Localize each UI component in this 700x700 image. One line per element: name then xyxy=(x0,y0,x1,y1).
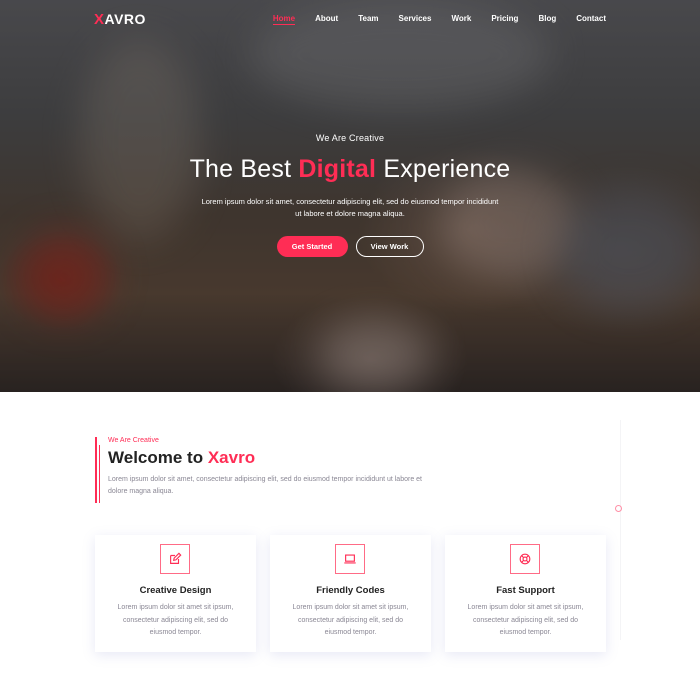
accent-bar-thin xyxy=(99,445,100,503)
welcome-subtitle: Lorem ipsum dolor sit amet, consectetur … xyxy=(108,476,422,495)
feature-card-friendly-codes: Friendly Codes Lorem ipsum dolor sit ame… xyxy=(270,535,431,652)
nav-item-work[interactable]: Work xyxy=(451,14,471,25)
view-work-button[interactable]: View Work xyxy=(355,236,424,257)
support-icon xyxy=(510,544,540,574)
headline-after: Experience xyxy=(376,155,511,183)
laptop-icon xyxy=(335,544,365,574)
nav-item-home[interactable]: Home xyxy=(272,14,296,25)
hero-subtitle: Lorem ipsum dolor sit amet, consectetur … xyxy=(201,197,499,218)
nav-item-blog[interactable]: Blog xyxy=(538,14,556,25)
decorative-dot xyxy=(615,505,622,512)
main-menu: Home About Team Services Work Pricing Bl… xyxy=(253,14,606,25)
feature-card-fast-support: Fast Support Lorem ipsum dolor sit amet … xyxy=(445,535,606,652)
feature-title: Friendly Codes xyxy=(316,585,385,596)
logo[interactable]: XAVRO xyxy=(94,11,146,28)
hero-content: We Are Creative The Best Digital Experie… xyxy=(0,133,700,257)
headline-before: The Best xyxy=(189,155,299,183)
feature-text: Lorem ipsum dolor sit amet sit ipsum, co… xyxy=(117,604,234,636)
hero-headline: The Best Digital Experience xyxy=(0,155,700,184)
logo-text: AVRO xyxy=(104,11,146,27)
hero-eyebrow: We Are Creative xyxy=(315,133,385,143)
hero-buttons: Get Started View Work xyxy=(0,236,700,257)
nav-item-team[interactable]: Team xyxy=(358,14,378,25)
feature-text: Lorem ipsum dolor sit amet sit ipsum, co… xyxy=(467,604,584,636)
welcome-eyebrow: We Are Creative xyxy=(108,437,159,444)
nav-item-pricing[interactable]: Pricing xyxy=(491,14,518,25)
top-nav: XAVRO Home About Team Services Work Pric… xyxy=(0,0,700,40)
accent-bar xyxy=(95,437,97,503)
decorative-divider xyxy=(620,420,700,640)
nav-item-about[interactable]: About xyxy=(315,14,338,25)
welcome-title-highlight: Xavro xyxy=(207,448,256,467)
get-started-button[interactable]: Get Started xyxy=(276,236,348,257)
welcome-text: We Are Creative Welcome to Xavro Lorem i… xyxy=(108,437,428,498)
feature-text: Lorem ipsum dolor sit amet sit ipsum, co… xyxy=(292,604,409,636)
headline-highlight: Digital xyxy=(298,155,377,183)
features-row: Creative Design Lorem ipsum dolor sit am… xyxy=(95,535,606,652)
feature-title: Creative Design xyxy=(139,585,212,596)
welcome-title-before: Welcome to xyxy=(108,448,208,467)
hero-section: XAVRO Home About Team Services Work Pric… xyxy=(0,0,700,392)
nav-item-services[interactable]: Services xyxy=(399,14,432,25)
feature-card-creative-design: Creative Design Lorem ipsum dolor sit am… xyxy=(95,535,256,652)
nav-item-contact[interactable]: Contact xyxy=(576,14,606,25)
logo-mark: X xyxy=(94,11,105,28)
welcome-title: Welcome to Xavro xyxy=(108,448,428,468)
edit-icon xyxy=(160,544,190,574)
feature-title: Fast Support xyxy=(496,585,555,596)
